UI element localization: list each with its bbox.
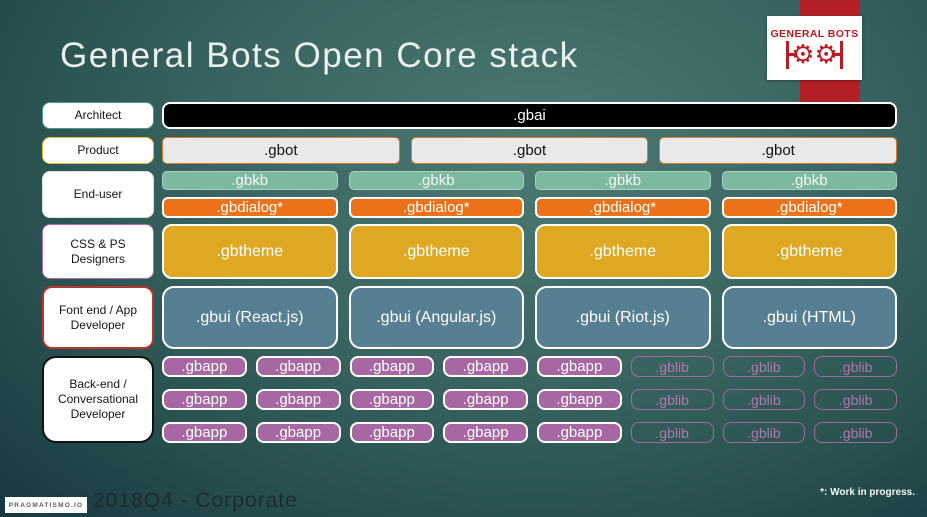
gear-tick-right-icon bbox=[832, 40, 843, 69]
gblib-box: .gblib bbox=[814, 356, 897, 377]
gbtheme-bar: .gbtheme bbox=[535, 224, 711, 279]
gbtheme-bar: .gbtheme bbox=[348, 224, 524, 279]
gbdialog-bar: .gbdialog* bbox=[535, 197, 711, 218]
general-bots-logo: GENERAL BOTS ⚙ ⚙ bbox=[767, 16, 862, 80]
gbapp-box: .gbapp bbox=[537, 422, 622, 443]
row-frontend: Font end / App Developer .gbui (React.js… bbox=[42, 286, 897, 349]
gbapp-box: .gbapp bbox=[537, 356, 622, 377]
gbui-bar: .gbui (HTML) bbox=[721, 286, 897, 349]
gbapp-box: .gbapp bbox=[443, 356, 528, 377]
page-title: General Bots Open Core stack bbox=[60, 36, 579, 75]
stack-diagram: Architect .gbai Product .gbot .gbot .gbo… bbox=[42, 102, 898, 443]
footer-caption: 2018Q4 - Corporate bbox=[93, 489, 298, 512]
gear-tick-left-icon bbox=[786, 40, 797, 69]
gbapp-box: .gbapp bbox=[349, 422, 435, 443]
gbkb-bar: .gbkb bbox=[721, 171, 897, 190]
gears-icon: ⚙ ⚙ bbox=[786, 40, 843, 69]
gbdialog-bar: .gbdialog* bbox=[348, 197, 524, 218]
label-architect: Architect bbox=[42, 102, 154, 129]
gbapp-box: .gbapp bbox=[443, 422, 528, 443]
gblib-box: .gblib bbox=[630, 422, 714, 443]
label-backend: Back-end / Conversational Developer bbox=[42, 356, 154, 443]
gbapp-box: .gbapp bbox=[162, 389, 247, 410]
row-architect: Architect .gbai bbox=[42, 102, 897, 129]
gbapp-box: .gbapp bbox=[255, 422, 341, 443]
gbkb-bar: .gbkb bbox=[535, 171, 711, 190]
gbui-bar: .gbui (Riot.js) bbox=[535, 286, 711, 349]
gblib-box: .gblib bbox=[722, 422, 806, 443]
gbot-bar: .gbot bbox=[659, 137, 898, 164]
gbkb-bar: .gbkb bbox=[162, 171, 338, 190]
gbapp-box: .gbapp bbox=[162, 422, 247, 443]
gbapp-box: .gbapp bbox=[537, 389, 622, 410]
label-designers: CSS & PS Designers bbox=[42, 224, 154, 279]
slide: General Bots Open Core stack GENERAL BOT… bbox=[0, 0, 927, 517]
gbui-bar: .gbui (React.js) bbox=[162, 286, 338, 349]
gbapp-box: .gbapp bbox=[349, 389, 435, 410]
gbtheme-bar: .gbtheme bbox=[721, 224, 897, 279]
row-product: Product .gbot .gbot .gbot bbox=[42, 137, 898, 164]
gbapp-box: .gbapp bbox=[349, 356, 435, 377]
work-in-progress-note: *: Work in progress. bbox=[820, 487, 915, 498]
gbapp-box: .gbapp bbox=[255, 356, 341, 377]
label-product: Product bbox=[42, 137, 154, 164]
gbui-bar: .gbui (Angular.js) bbox=[348, 286, 524, 349]
gblib-box: .gblib bbox=[722, 389, 806, 410]
gblib-box: .gblib bbox=[630, 389, 714, 410]
label-frontend: Font end / App Developer bbox=[42, 286, 154, 349]
gblib-box: .gblib bbox=[814, 422, 897, 443]
gbai-bar: .gbai bbox=[162, 102, 897, 129]
row-backend: Back-end / Conversational Developer .gba… bbox=[42, 356, 897, 443]
gblib-box: .gblib bbox=[722, 356, 806, 377]
gbdialog-bar: .gbdialog* bbox=[721, 197, 897, 218]
row-designers: CSS & PS Designers .gbtheme .gbtheme .gb… bbox=[42, 224, 897, 279]
gbapp-box: .gbapp bbox=[443, 389, 528, 410]
gbapp-box: .gbapp bbox=[255, 389, 341, 410]
gbot-bar: .gbot bbox=[410, 137, 649, 164]
logo-wordmark: GENERAL BOTS bbox=[770, 27, 859, 40]
pragmatismo-logo: PRAGMATISMO.IO bbox=[5, 497, 87, 513]
gbdialog-bar: .gbdialog* bbox=[162, 197, 338, 218]
gblib-box: .gblib bbox=[814, 389, 897, 410]
gbkb-bar: .gbkb bbox=[348, 171, 524, 190]
gblib-box: .gblib bbox=[630, 356, 714, 377]
row-end-user: End-user .gbkb .gbkb .gbkb .gbkb .gbdial… bbox=[42, 171, 897, 218]
gbapp-box: .gbapp bbox=[162, 356, 247, 377]
gbot-bar: .gbot bbox=[162, 137, 400, 164]
label-end-user: End-user bbox=[42, 171, 154, 218]
gbtheme-bar: .gbtheme bbox=[162, 224, 338, 279]
